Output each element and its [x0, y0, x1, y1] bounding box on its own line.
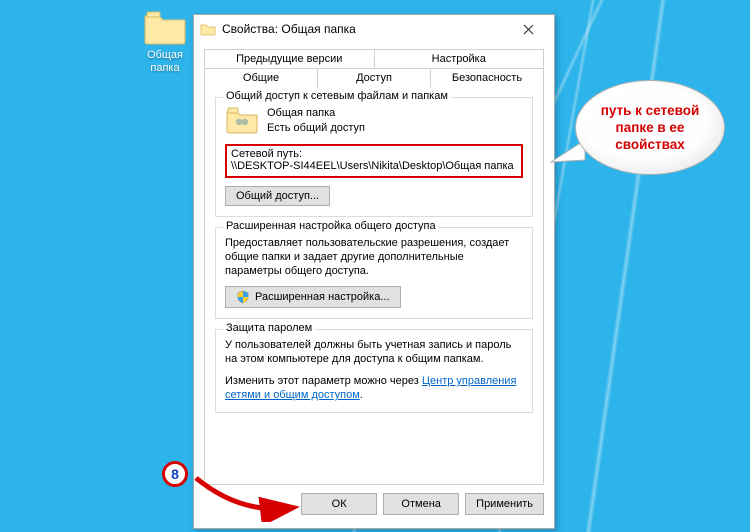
ok-label: ОК: [332, 498, 347, 510]
group-title: Общий доступ к сетевым файлам и папкам: [223, 90, 451, 102]
callout-text: путь к сетевой папке в ее свойствах: [590, 102, 710, 153]
group-network-sharing: Общий доступ к сетевым файлам и папкам О…: [215, 97, 533, 217]
close-icon: [523, 24, 534, 35]
network-path-label: Сетевой путь:: [231, 148, 517, 160]
share-button[interactable]: Общий доступ...: [225, 186, 330, 206]
cancel-label: Отмена: [401, 498, 440, 510]
tab-sharing[interactable]: Доступ: [318, 68, 431, 88]
advanced-description: Предоставляет пользовательские разрешени…: [225, 236, 523, 278]
group-title: Защита паролем: [223, 322, 315, 334]
group-password-protection: Защита паролем У пользователей должны бы…: [215, 329, 533, 413]
network-path-value: \\DESKTOP-SI44EEL\Users\Nikita\Desktop\О…: [231, 160, 517, 172]
folder-icon: [200, 21, 216, 37]
tab-previous-versions[interactable]: Предыдущие версии: [204, 49, 375, 69]
dialog-title: Свойства: Общая папка: [222, 22, 508, 36]
group-advanced-sharing: Расширенная настройка общего доступа Пре…: [215, 227, 533, 319]
share-button-label: Общий доступ...: [236, 190, 319, 202]
folder-icon: [143, 10, 187, 46]
share-status: Есть общий доступ: [267, 121, 365, 136]
titlebar[interactable]: Свойства: Общая папка: [194, 15, 554, 43]
properties-dialog: Свойства: Общая папка Предыдущие версии …: [193, 14, 555, 529]
advanced-sharing-button[interactable]: Расширенная настройка...: [225, 286, 401, 308]
tab-general[interactable]: Общие: [204, 68, 318, 88]
shared-folder-icon: [225, 106, 259, 136]
apply-button[interactable]: Применить: [465, 493, 544, 515]
apply-label: Применить: [476, 498, 533, 510]
advanced-button-label: Расширенная настройка...: [255, 291, 390, 303]
network-path-highlight: Сетевой путь: \\DESKTOP-SI44EEL\Users\Ni…: [225, 144, 523, 178]
step-number: 8: [171, 466, 179, 482]
ok-button[interactable]: ОК: [301, 493, 377, 515]
tab-customize[interactable]: Настройка: [375, 49, 545, 69]
password-description: У пользователей должны быть учетная запи…: [225, 338, 523, 366]
tab-security[interactable]: Безопасность: [431, 68, 544, 88]
shield-icon: [236, 290, 250, 304]
tab-panel-sharing: Общий доступ к сетевым файлам и папкам О…: [204, 87, 544, 485]
close-button[interactable]: [508, 15, 548, 43]
change-text-prefix: Изменить этот параметр можно через: [225, 375, 422, 387]
arrow-annotation-icon: [190, 472, 310, 522]
change-text-suffix: .: [360, 389, 363, 401]
shared-folder-name: Общая папка: [267, 106, 365, 121]
step-badge: 8: [162, 461, 188, 487]
desktop-folder-shortcut[interactable]: Общая папка: [135, 10, 195, 75]
cancel-button[interactable]: Отмена: [383, 493, 459, 515]
annotation-callout: путь к сетевой папке в ее свойствах: [575, 80, 735, 185]
group-title: Расширенная настройка общего доступа: [223, 220, 439, 232]
desktop-folder-label: Общая папка: [135, 49, 195, 75]
